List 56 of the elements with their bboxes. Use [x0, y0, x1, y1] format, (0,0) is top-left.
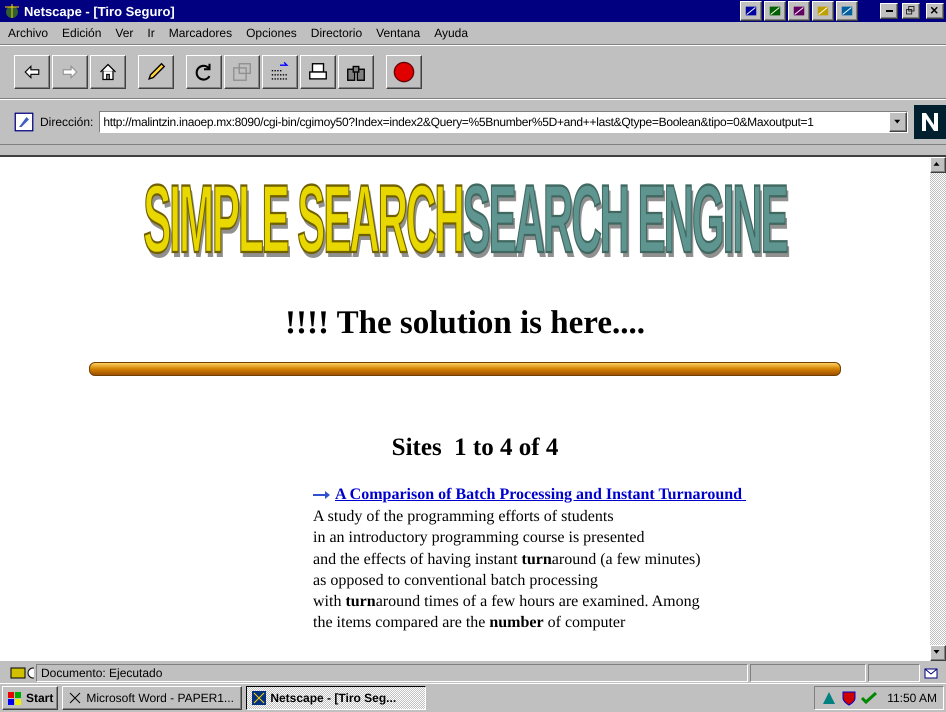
back-button[interactable] — [14, 55, 50, 89]
minimize-icon — [886, 10, 892, 12]
menu-item[interactable]: Archivo — [8, 26, 48, 40]
dropdown-button[interactable] — [889, 112, 907, 132]
results-count: Sites 1 to 4 of 4 — [392, 434, 558, 462]
tray-app-icon[interactable] — [740, 1, 762, 21]
result-link[interactable]: A Comparison of Batch Processing and Instant Turnaround — [313, 484, 746, 506]
restore-button[interactable] — [902, 3, 920, 19]
scroll-up-button[interactable] — [930, 157, 946, 173]
windows-flag-icon — [7, 690, 23, 706]
clock: 11:50 AM — [887, 691, 937, 705]
menu-item[interactable]: Ventana — [376, 26, 420, 40]
home-button[interactable] — [90, 55, 126, 89]
taskbar-button[interactable]: Netscape - [Tiro Seg... — [246, 686, 426, 710]
stop-icon — [393, 61, 415, 83]
status-panel — [868, 664, 920, 682]
taskbar-button[interactable]: Microsoft Word - PAPER1... — [62, 686, 242, 710]
start-button[interactable]: Start — [2, 686, 58, 710]
tray-app-icon[interactable] — [836, 1, 858, 21]
pencil-icon — [145, 61, 167, 83]
menu-item[interactable]: Opciones — [246, 26, 297, 40]
logo-icon — [914, 105, 946, 139]
status-text: Documento: Ejecutado — [36, 664, 748, 682]
logo-text: SIMPLE SEARCH — [143, 172, 463, 268]
menu-item[interactable]: Ayuda — [434, 26, 468, 40]
address-field[interactable]: http://malintzin.inaoep.mx:8090/cgi-bin/cgimoy50?Index=index2&Query=%5Bnumber%5D+and++last&Qtype=Boolean&tipo=0&Maxoutput=1 — [99, 111, 908, 133]
bookmark-icon — [14, 112, 34, 132]
shield-icon — [841, 690, 858, 706]
scrollbar[interactable] — [930, 157, 946, 661]
logo-text: SEARCH ENGINE — [462, 172, 787, 268]
minimize-button[interactable] — [880, 3, 898, 19]
tray-app-icon[interactable] — [764, 1, 786, 21]
restore-icon — [905, 5, 917, 17]
tray-app-icon[interactable] — [788, 1, 810, 21]
tray-app-icon[interactable] — [812, 1, 834, 21]
print-button[interactable] — [300, 55, 336, 89]
close-button[interactable] — [926, 3, 944, 19]
address-label: Dirección: — [40, 115, 94, 129]
menu-item[interactable]: Ir — [147, 26, 155, 40]
arrow-icon — [313, 490, 331, 500]
edit-button[interactable] — [138, 55, 174, 89]
menu-item[interactable]: Marcadores — [168, 26, 232, 40]
find-button[interactable] — [338, 55, 374, 89]
open-button[interactable] — [262, 55, 298, 89]
checkmark-icon — [861, 690, 878, 706]
tray-icon — [821, 690, 838, 706]
reload-button[interactable] — [186, 55, 222, 89]
images-icon — [231, 61, 253, 83]
window-title: Netscape - [Tiro Seguro] — [24, 4, 176, 18]
stop-button[interactable] — [386, 55, 422, 89]
menu-item[interactable]: Ver — [115, 26, 134, 40]
menu-item[interactable]: Edición — [62, 26, 102, 40]
page-heading: !!!! The solution is here.... — [285, 305, 645, 342]
menu-item[interactable]: Directorio — [310, 26, 362, 40]
result-description: A study of the programming efforts of students in an introductory programming course is presented and the effects of having instant turnaround (a few minutes) as opposed to conventional batch processing with turnaround times of a few hours are examined. Among the items compared are the number of computer — [313, 506, 702, 634]
scroll-down-button[interactable] — [930, 645, 946, 661]
